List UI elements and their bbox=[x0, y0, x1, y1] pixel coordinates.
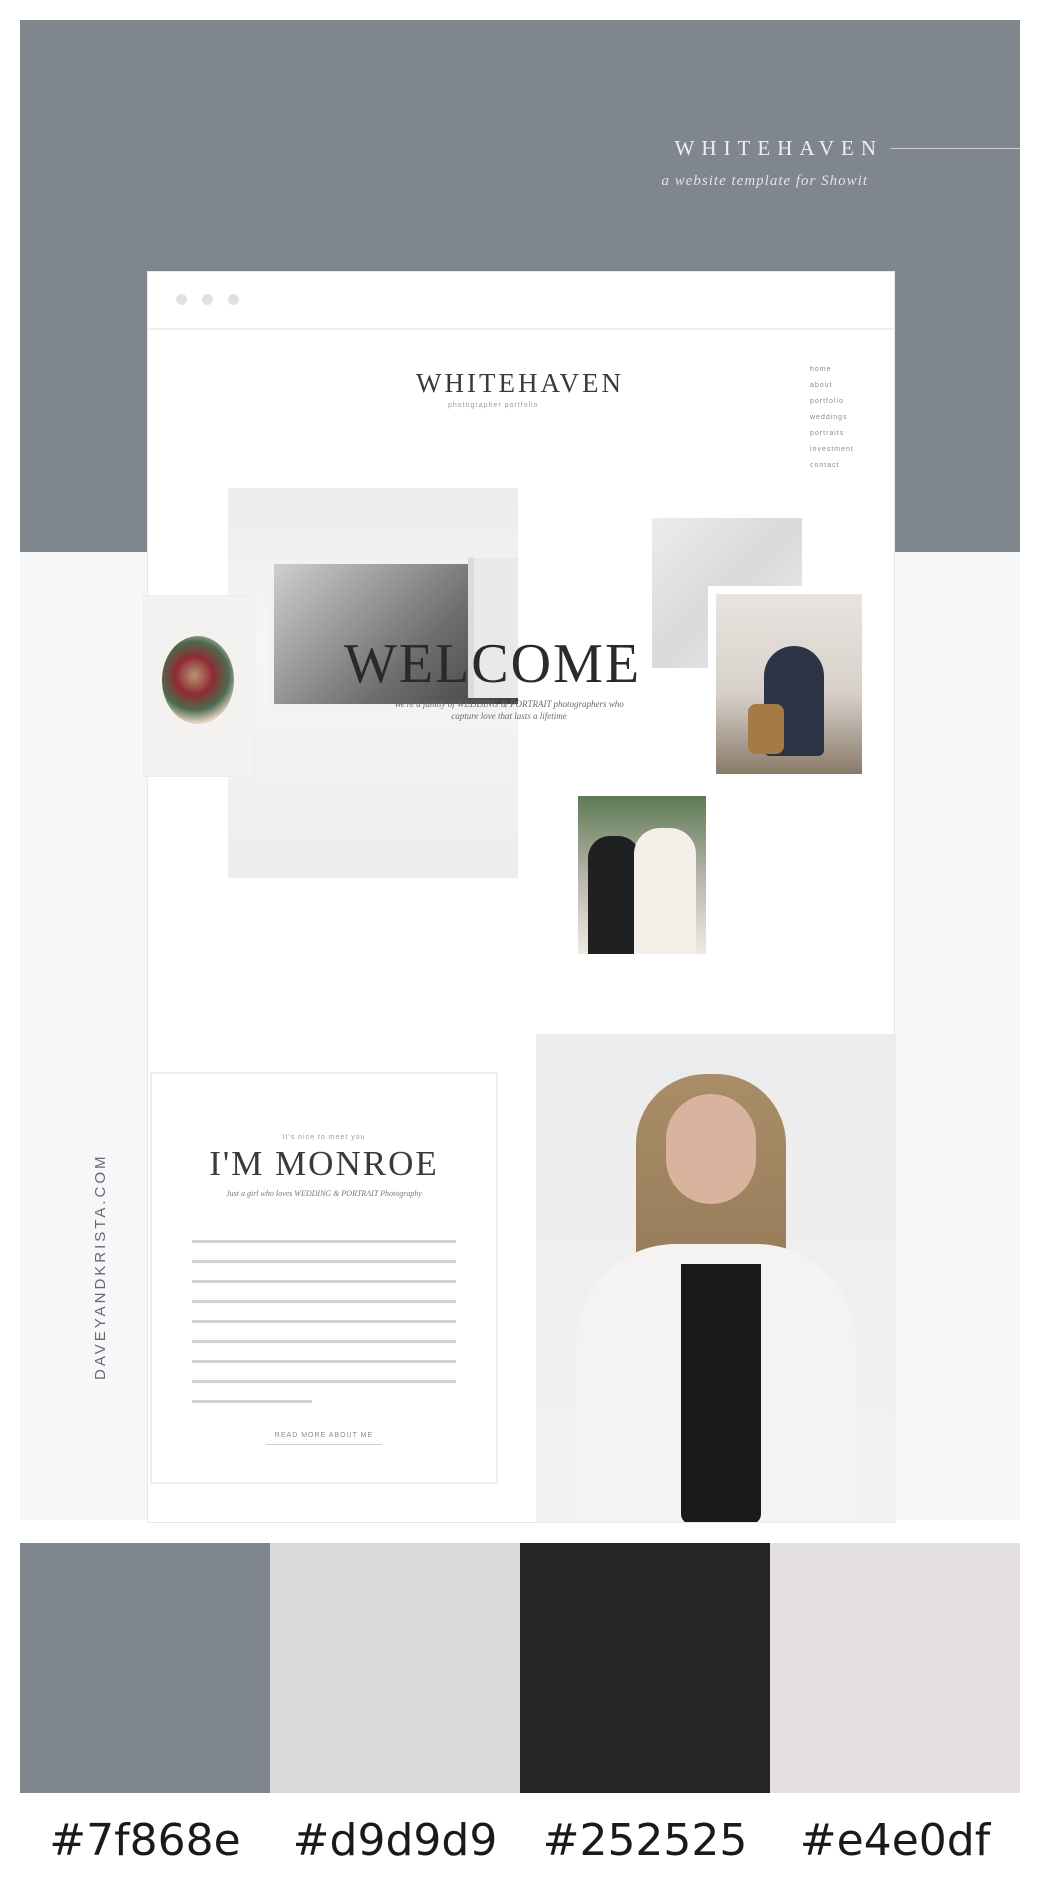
bride-figure bbox=[634, 828, 696, 954]
bouquet-photo bbox=[144, 596, 254, 776]
about-description: Just a girl who loves WEDDING & PORTRAIT… bbox=[226, 1189, 422, 1198]
brand-title: WHITEHAVEN bbox=[674, 136, 883, 160]
portrait-top bbox=[681, 1264, 761, 1522]
site-subtitle: photographer portfolio bbox=[448, 402, 539, 409]
read-more-link[interactable]: READ MORE ABOUT ME bbox=[152, 1432, 496, 1439]
palette-swatch bbox=[770, 1543, 1020, 1793]
window-dot-icon bbox=[176, 294, 187, 305]
body-text-line bbox=[192, 1280, 456, 1283]
site-credit: DAVEYANDKRISTA.COM bbox=[92, 1153, 109, 1380]
window-dot-icon bbox=[228, 294, 239, 305]
browser-topbar bbox=[148, 272, 894, 330]
body-text-line bbox=[192, 1240, 456, 1243]
body-text-line bbox=[192, 1300, 456, 1303]
body-text-line bbox=[192, 1360, 456, 1363]
body-text-line bbox=[192, 1260, 456, 1263]
steps-image bbox=[716, 594, 862, 774]
palette-hex-label: #7f868e bbox=[49, 1815, 241, 1866]
brand-divider bbox=[890, 148, 1020, 149]
bag-figure bbox=[748, 704, 784, 754]
body-text-line bbox=[192, 1400, 312, 1403]
welcome-text: We're a family of WEDDING & PORTRAIT pho… bbox=[394, 699, 624, 721]
palette-swatch bbox=[270, 1543, 520, 1793]
groom-figure bbox=[588, 836, 640, 954]
nav-item[interactable]: about bbox=[810, 382, 854, 389]
about-card: It's nice to meet you I'M MONROE Just a … bbox=[152, 1074, 496, 1482]
brand-tagline: a website template for Showit bbox=[661, 173, 868, 189]
palette-swatch bbox=[20, 1543, 270, 1793]
nav-item[interactable]: portraits bbox=[810, 430, 854, 437]
portrait-photo bbox=[536, 1034, 896, 1522]
nav-item[interactable]: investment bbox=[810, 446, 854, 453]
nav-item[interactable]: portfolio bbox=[810, 398, 854, 405]
portrait-face bbox=[666, 1094, 756, 1204]
read-more-underline bbox=[266, 1444, 382, 1445]
nav-item[interactable]: contact bbox=[810, 462, 854, 469]
palette-swatch bbox=[520, 1543, 770, 1793]
site-title[interactable]: WHITEHAVEN bbox=[416, 368, 624, 399]
window-dot-icon bbox=[202, 294, 213, 305]
about-name: I'M MONROE bbox=[209, 1144, 439, 1183]
palette-hex-label: #252525 bbox=[542, 1815, 748, 1866]
body-text-line bbox=[192, 1320, 456, 1323]
about-pretitle: It's nice to meet you bbox=[282, 1134, 366, 1141]
palette-hex-label: #e4e0df bbox=[799, 1815, 991, 1866]
site-nav: home about portfolio weddings portraits … bbox=[810, 366, 854, 478]
palette-hex-label: #d9d9d9 bbox=[292, 1815, 498, 1866]
bride-groom-photo bbox=[578, 796, 706, 954]
body-text-line bbox=[192, 1380, 456, 1383]
browser-mockup: WHITEHAVEN photographer portfolio home a… bbox=[144, 272, 896, 1522]
body-text-line bbox=[192, 1340, 456, 1343]
nav-item[interactable]: weddings bbox=[810, 414, 854, 421]
nav-item[interactable]: home bbox=[810, 366, 854, 373]
bouquet bbox=[162, 636, 234, 724]
welcome-heading: WELCOME bbox=[344, 633, 642, 695]
couple-steps-photo bbox=[708, 586, 868, 776]
